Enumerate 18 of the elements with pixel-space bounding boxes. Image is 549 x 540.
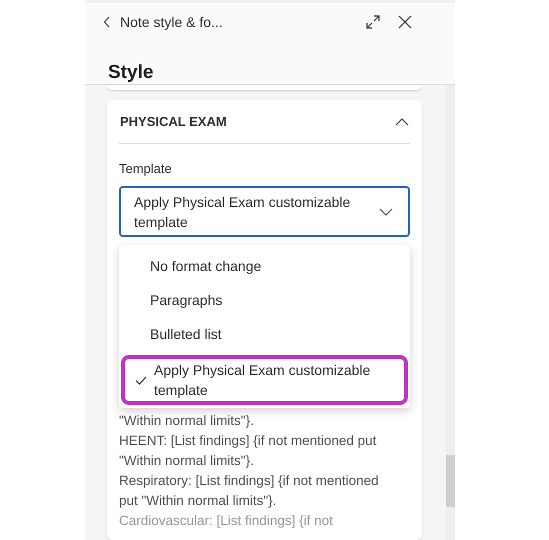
template-text: put "Within normal limits"}.: [119, 492, 278, 510]
expand-icon[interactable]: [366, 15, 380, 29]
template-dropdown[interactable]: Apply Physical Exam customizable template: [119, 186, 410, 237]
close-icon[interactable]: [398, 15, 412, 29]
section-header[interactable]: PHYSICAL EXAM: [119, 100, 410, 144]
template-text: "Within normal limits"}.: [119, 412, 255, 430]
template-text: Respiratory: [List findings] {if not mentioned: [119, 472, 380, 490]
dropdown-option[interactable]: Apply Physical Exam customizable template: [121, 355, 408, 405]
template-text: "Within normal limits"}.: [119, 452, 255, 470]
template-text: HEENT: [List findings] {if not mentioned put: [119, 432, 378, 450]
scrollbar-thumb[interactable]: [446, 455, 455, 507]
check-icon: [135, 376, 147, 384]
chevron-down-icon: [379, 208, 393, 216]
template-text: Cardiovascular: [List findings] {if not: [119, 512, 334, 530]
field-label: Template: [119, 161, 173, 176]
back-icon: [103, 16, 111, 28]
panel-title: Style: [108, 62, 154, 84]
back-button[interactable]: Note style & fo...: [103, 14, 223, 30]
